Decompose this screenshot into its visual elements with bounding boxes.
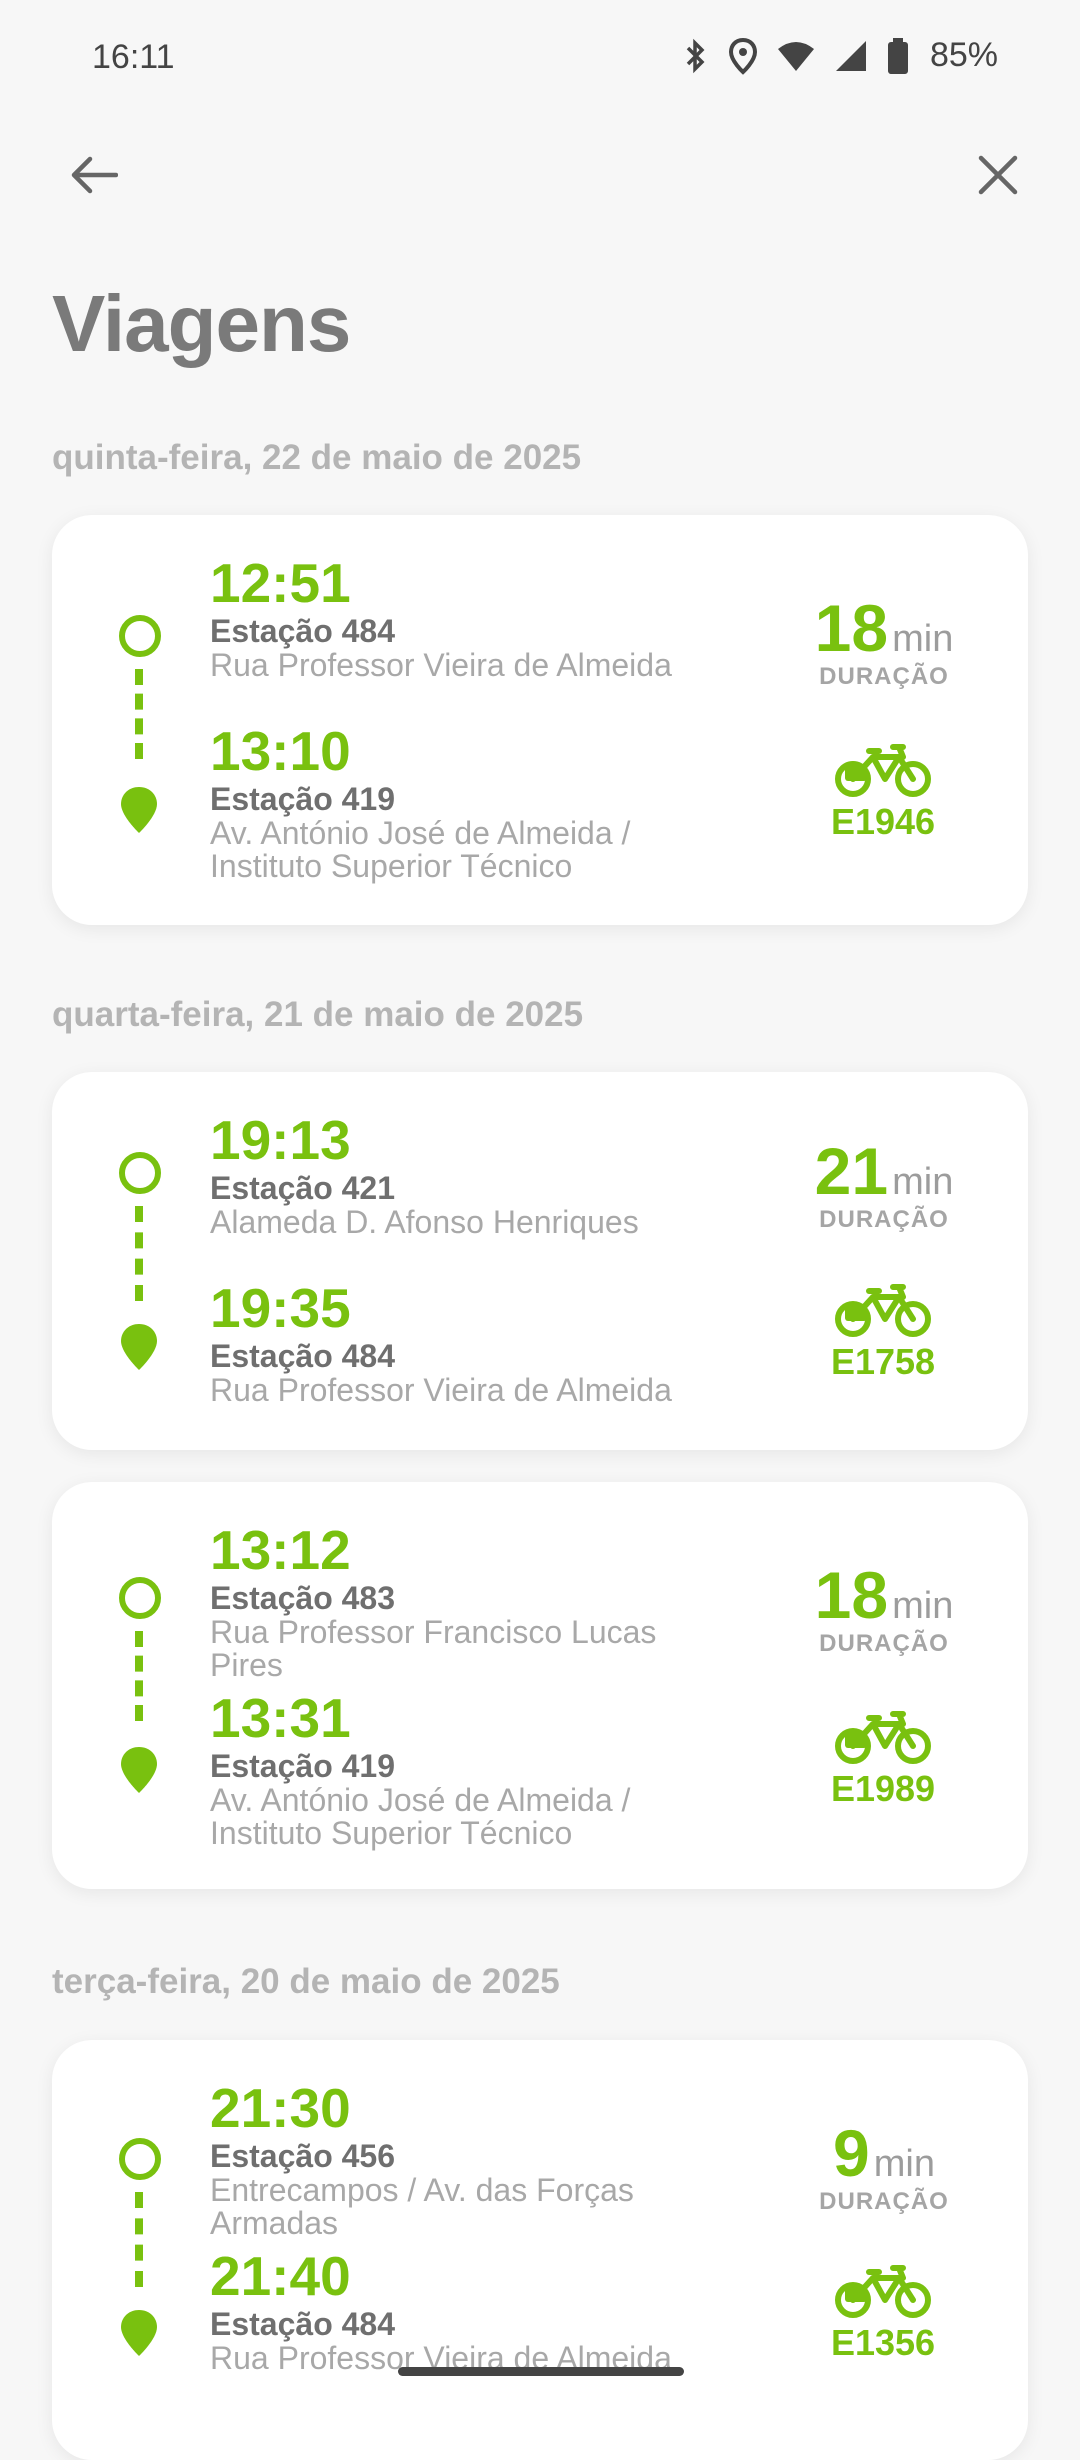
bike-info: E1946 (808, 737, 958, 843)
end-address: Av. António José de Almeida / Instituto … (210, 1782, 631, 1851)
duration-unit: min (892, 1161, 954, 1203)
duration-value: 9 (833, 2116, 870, 2190)
date-header: terça-feira, 20 de maio de 2025 (52, 1962, 560, 2001)
end-station: Estação 484 (210, 1338, 396, 1374)
end-time: 21:40 (210, 2245, 351, 2307)
back-button[interactable] (62, 145, 126, 209)
end-station: Estação 484 (210, 2306, 396, 2342)
destination-pin-icon (121, 2310, 157, 2356)
trip-end: 13:31 Estação 419 Av. António José de Al… (210, 1690, 730, 1850)
trip-card[interactable]: 13:12 Estação 483 Rua Professor Francisc… (52, 1482, 1028, 1889)
bike-id: E1946 (830, 801, 936, 842)
start-station: Estação 456 (210, 2138, 396, 2174)
trip-start: 12:51 Estação 484 Rua Professor Vieira d… (210, 555, 672, 682)
end-time: 19:35 (210, 1277, 351, 1339)
start-station: Estação 483 (210, 1580, 396, 1616)
start-point-icon (119, 615, 161, 657)
start-time: 12:51 (210, 552, 351, 614)
trip-end: 19:35 Estação 484 Rua Professor Vieira d… (210, 1280, 672, 1407)
destination-pin-icon (121, 1747, 157, 1793)
start-point-icon (119, 2138, 161, 2180)
bluetooth-icon (680, 38, 710, 74)
start-address: Rua Professor Francisco Lucas Pires (210, 1614, 657, 1683)
bicycle-icon (835, 744, 931, 797)
trip-end: 21:40 Estação 484 Rua Professor Vieira d… (210, 2248, 672, 2375)
trip-start: 13:12 Estação 483 Rua Professor Francisc… (210, 1522, 730, 1682)
duration-label: DURAÇÃO (819, 2188, 949, 2215)
page-title: Viagens (52, 279, 351, 368)
start-station: Estação 484 (210, 613, 396, 649)
bike-id: E1989 (830, 1768, 936, 1809)
end-time: 13:10 (210, 720, 351, 782)
start-time: 21:30 (210, 2077, 351, 2139)
start-address: Rua Professor Vieira de Almeida (210, 647, 672, 683)
trip-start: 21:30 Estação 456 Entrecampos / Av. das … (210, 2080, 730, 2240)
start-station: Estação 421 (210, 1170, 396, 1206)
trip-end: 13:10 Estação 419 Av. António José de Al… (210, 723, 730, 883)
battery-percentage: 85% (929, 36, 998, 74)
duration-value: 21 (814, 1134, 889, 1208)
wifi-icon (776, 39, 816, 73)
location-icon (728, 37, 758, 75)
start-time: 13:12 (210, 1519, 351, 1581)
bicycle-icon (835, 1284, 931, 1337)
arrow-left-icon (70, 155, 119, 200)
duration-value: 18 (814, 591, 889, 665)
duration-unit: min (892, 618, 954, 660)
trip-card[interactable]: 12:51 Estação 484 Rua Professor Vieira d… (52, 515, 1028, 925)
duration-value: 18 (814, 1558, 889, 1632)
bike-info: E1758 (808, 1277, 958, 1383)
battery-icon (886, 37, 910, 75)
signal-icon (834, 39, 868, 73)
close-button[interactable] (966, 145, 1030, 209)
trip-duration: 18 min DURAÇÃO (804, 1562, 964, 1658)
duration-label: DURAÇÃO (819, 1630, 949, 1657)
close-icon (977, 154, 1019, 201)
start-address: Alameda D. Afonso Henriques (210, 1204, 639, 1240)
trip-start: 19:13 Estação 421 Alameda D. Afonso Henr… (210, 1112, 639, 1239)
route-dash-line (135, 669, 151, 759)
start-point-icon (119, 1152, 161, 1194)
trip-card[interactable]: 19:13 Estação 421 Alameda D. Afonso Henr… (52, 1072, 1028, 1450)
end-time: 13:31 (210, 1687, 351, 1749)
duration-unit: min (892, 1585, 954, 1627)
bike-info: E1989 (808, 1704, 958, 1810)
bike-id: E1758 (830, 1341, 936, 1382)
status-time: 16:11 (92, 38, 175, 76)
end-address: Rua Professor Vieira de Almeida (210, 1372, 672, 1408)
destination-pin-icon (121, 1324, 157, 1370)
destination-pin-icon (121, 787, 157, 833)
bicycle-icon (835, 1711, 931, 1764)
trip-duration: 18 min DURAÇÃO (804, 595, 964, 691)
home-indicator[interactable] (398, 2367, 684, 2376)
end-station: Estação 419 (210, 1748, 396, 1784)
status-bar: 16:11 85% (0, 0, 1080, 120)
bike-info: E1356 (808, 2258, 958, 2364)
duration-unit: min (873, 2143, 935, 2185)
route-dash-line (135, 1206, 151, 1301)
duration-label: DURAÇÃO (819, 1206, 949, 1233)
date-header: quarta-feira, 21 de maio de 2025 (52, 995, 584, 1034)
trip-duration: 9 min DURAÇÃO (804, 2120, 964, 2216)
route-dash-line (135, 2192, 151, 2287)
bicycle-icon (835, 2265, 931, 2318)
end-address: Av. António José de Almeida / Instituto … (210, 815, 631, 884)
duration-label: DURAÇÃO (819, 663, 949, 690)
trip-card[interactable]: 21:30 Estação 456 Entrecampos / Av. das … (52, 2040, 1028, 2460)
end-station: Estação 419 (210, 781, 396, 817)
trip-duration: 21 min DURAÇÃO (804, 1138, 964, 1234)
start-point-icon (119, 1577, 161, 1619)
date-header: quinta-feira, 22 de maio de 2025 (52, 438, 582, 477)
bike-id: E1356 (830, 2322, 936, 2363)
start-time: 19:13 (210, 1109, 351, 1171)
start-address: Entrecampos / Av. das Forças Armadas (210, 2172, 634, 2241)
status-icons: 85% (680, 36, 998, 75)
route-dash-line (135, 1631, 151, 1721)
